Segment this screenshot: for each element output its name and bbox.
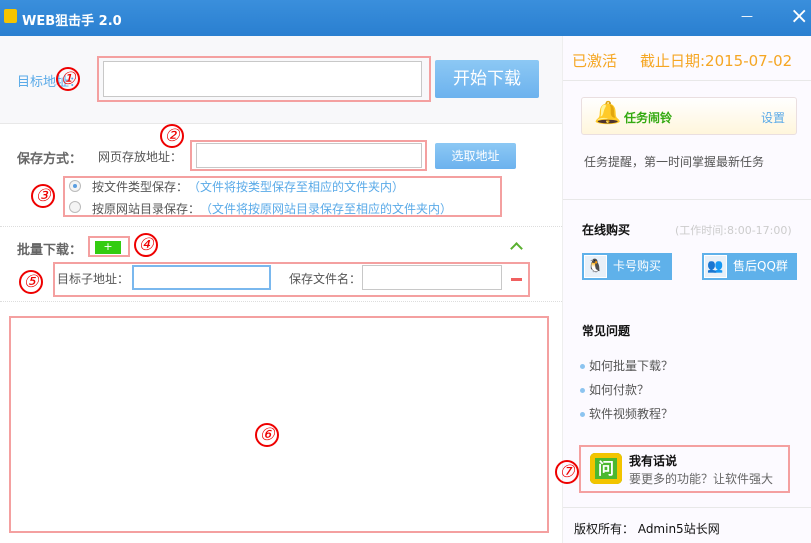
option-by-type-hint: （文件将按类型保存至相应的文件夹内） bbox=[188, 180, 405, 194]
radio-by-type[interactable] bbox=[69, 180, 81, 192]
marker-1: ① bbox=[56, 67, 80, 91]
close-button[interactable]: × bbox=[790, 4, 808, 29]
batch-label: 批量下载： bbox=[17, 243, 83, 258]
marker-4: ④ bbox=[134, 233, 158, 257]
card-buy-label: 卡号购买 bbox=[613, 259, 662, 273]
activation-status: 已激活 bbox=[572, 52, 618, 70]
title-bar: WEB狙击手 2.0 — × bbox=[0, 0, 811, 36]
save-mode-label: 保存方式： bbox=[17, 152, 83, 167]
expiry-date: 截止日期:2015-07-02 bbox=[640, 52, 793, 70]
qq-group-label: 售后QQ群 bbox=[733, 259, 788, 273]
marker-5: ⑤ bbox=[19, 270, 43, 294]
marker-2: ② bbox=[160, 124, 184, 148]
option-by-site-label: 按原网站目录保存： bbox=[92, 202, 201, 216]
buy-title: 在线购买 bbox=[582, 223, 631, 237]
faq-item[interactable]: 如何付款？ bbox=[580, 381, 649, 398]
marker-6: ⑥ bbox=[255, 423, 279, 447]
feedback-desc: 要更多的功能？让软件强大 bbox=[629, 472, 774, 486]
group-users-icon: 👥 bbox=[704, 255, 727, 278]
chevron-up-icon[interactable] bbox=[510, 242, 523, 255]
card-buy-button[interactable]: 🐧 卡号购买 bbox=[582, 253, 672, 280]
divider bbox=[0, 123, 562, 124]
divider bbox=[563, 507, 811, 508]
option-by-type-label: 按文件类型保存： bbox=[92, 180, 189, 194]
marker-7: ⑦ bbox=[555, 460, 579, 484]
bell-icon: 🔔 bbox=[594, 101, 622, 126]
divider bbox=[563, 80, 811, 81]
faq-item[interactable]: 软件视频教程？ bbox=[580, 405, 673, 422]
marker-3: ③ bbox=[31, 184, 55, 208]
sub-url-label: 目标子地址： bbox=[57, 272, 130, 286]
faq-item[interactable]: 如何批量下载？ bbox=[580, 357, 673, 374]
alarm-description: 任务提醒，第一时间掌握最新任务 bbox=[584, 155, 765, 169]
minimize-button[interactable]: — bbox=[741, 9, 753, 23]
add-row-button[interactable]: + bbox=[95, 241, 121, 254]
file-name-label: 保存文件名： bbox=[289, 272, 362, 286]
faq-title: 常见问题 bbox=[582, 324, 631, 338]
path-label: 网页存放地址： bbox=[98, 150, 183, 164]
window-title: WEB狙击手 2.0 bbox=[22, 14, 122, 29]
feedback-title: 我有话说 bbox=[629, 454, 678, 468]
app-logo-icon bbox=[4, 9, 17, 23]
sub-url-input[interactable] bbox=[132, 265, 271, 290]
alarm-settings-link[interactable]: 设置 bbox=[761, 109, 785, 126]
target-url-input[interactable] bbox=[103, 61, 422, 97]
remove-row-button[interactable] bbox=[511, 278, 522, 281]
work-hours: (工作时间:8:00-17:00) bbox=[675, 224, 792, 237]
feedback-chat-icon: 问 bbox=[590, 453, 622, 484]
alarm-title: 任务闹铃 bbox=[624, 111, 673, 125]
file-name-input[interactable] bbox=[362, 265, 502, 290]
radio-by-site[interactable] bbox=[69, 201, 81, 213]
divider bbox=[563, 199, 811, 200]
log-area[interactable] bbox=[9, 316, 549, 533]
divider bbox=[0, 301, 562, 302]
option-by-site-hint: （文件将按原网站目录保存至相应的文件夹内） bbox=[200, 202, 453, 216]
qq-penguin-icon: 🐧 bbox=[584, 255, 607, 278]
start-download-button[interactable]: 开始下载 bbox=[435, 60, 539, 98]
copyright: 版权所有： Admin5站长网 bbox=[574, 522, 720, 536]
divider bbox=[0, 226, 562, 227]
choose-path-button[interactable]: 选取地址 bbox=[435, 143, 516, 169]
save-path-input[interactable] bbox=[196, 143, 422, 168]
qq-group-button[interactable]: 👥 售后QQ群 bbox=[702, 253, 797, 280]
alarm-panel: 🔔 任务闹铃 设置 bbox=[581, 97, 797, 135]
